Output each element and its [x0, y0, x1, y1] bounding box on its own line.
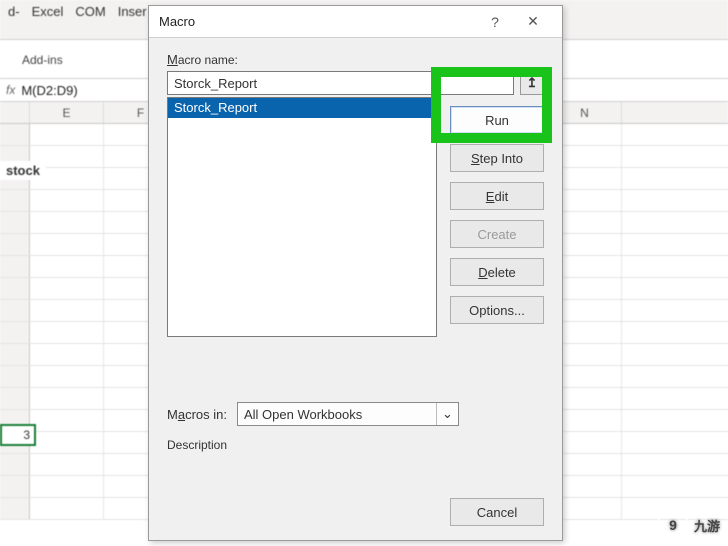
macros-in-value: All Open Workbooks — [244, 407, 362, 422]
dialog-titlebar[interactable]: Macro ? ✕ — [149, 6, 562, 38]
watermark: 9 九游 — [658, 510, 720, 540]
dialog-title: Macro — [159, 14, 476, 29]
macro-dialog: Macro ? ✕ Macro name: ↥ Storck_Report Ru… — [148, 5, 563, 541]
formula-value: M(D2:D9) — [21, 83, 77, 98]
description-label: Description — [167, 438, 227, 452]
macro-name-input[interactable] — [167, 71, 514, 95]
fx-icon: fx — [0, 83, 21, 97]
create-button: Create — [450, 220, 544, 248]
watermark-text: 九游 — [694, 516, 720, 535]
step-into-button[interactable]: Step Into — [450, 144, 544, 172]
macros-in-select[interactable]: All Open Workbooks ⌄ — [237, 402, 459, 426]
macro-name-label: Macro name: — [167, 52, 544, 67]
cancel-button[interactable]: Cancel — [450, 498, 544, 526]
close-button[interactable]: ✕ — [514, 8, 552, 36]
watermark-logo-icon: 9 — [658, 510, 688, 540]
cell-stock-label: stock — [0, 161, 46, 180]
macro-listbox[interactable]: Storck_Report — [167, 97, 437, 337]
list-item[interactable]: Storck_Report — [168, 98, 436, 118]
options-button[interactable]: Options... — [450, 296, 544, 324]
run-button[interactable]: Run — [450, 106, 544, 134]
selected-cell[interactable]: 3 — [0, 424, 36, 446]
delete-button[interactable]: Delete — [450, 258, 544, 286]
ribbon-group-addins: Add-ins — [22, 53, 63, 67]
macros-in-label: Macros in: — [167, 407, 227, 422]
edit-button[interactable]: Edit — [450, 182, 544, 210]
help-button[interactable]: ? — [476, 8, 514, 36]
chevron-down-icon: ⌄ — [436, 403, 458, 425]
reference-edit-button[interactable]: ↥ — [520, 71, 544, 95]
